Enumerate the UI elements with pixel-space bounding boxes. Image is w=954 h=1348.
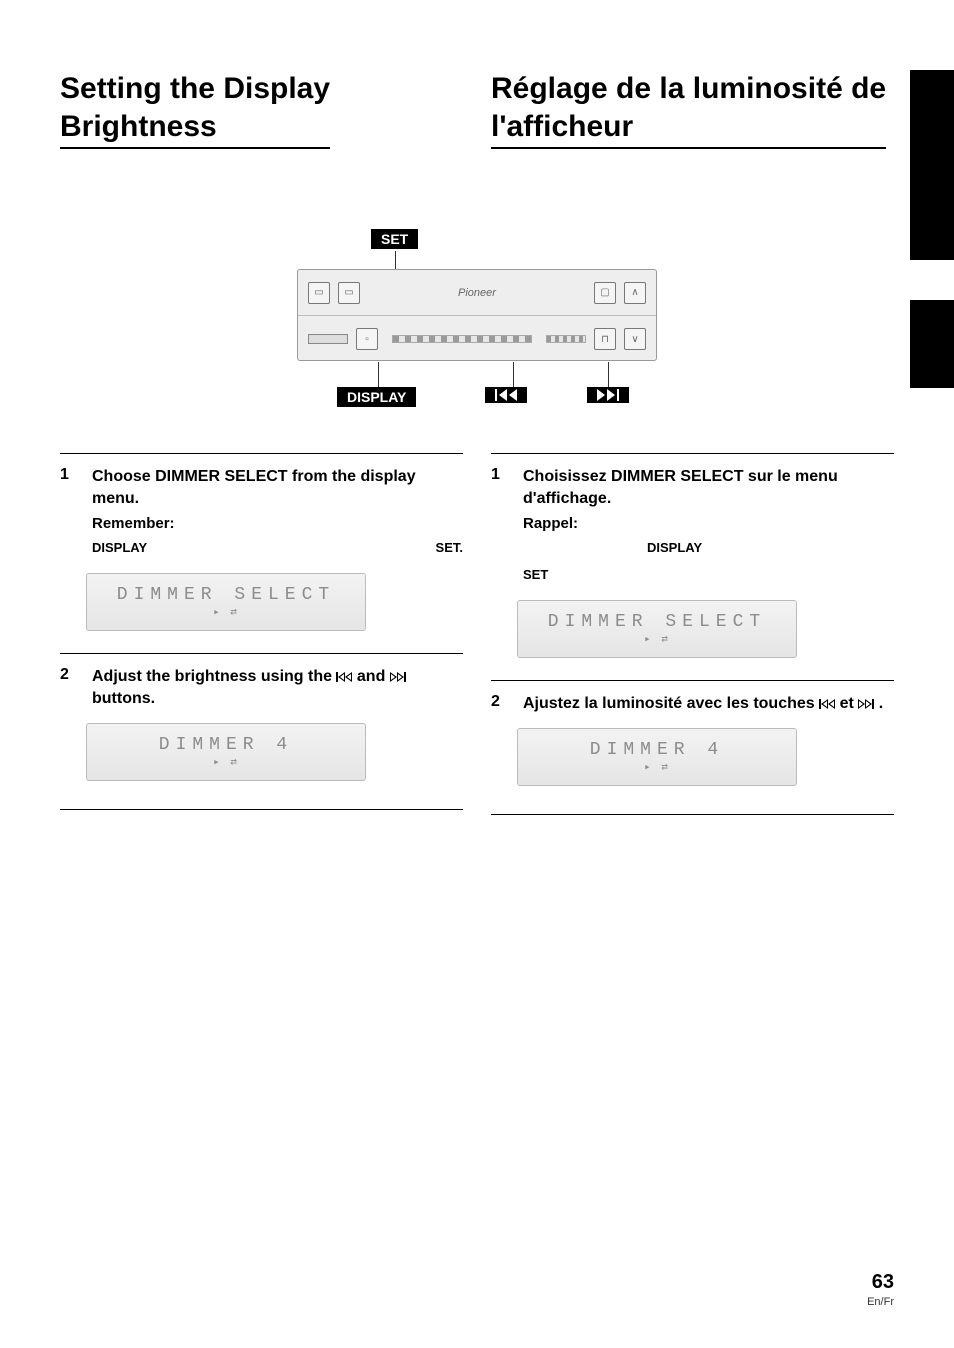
remember-label-right: Rappel: bbox=[523, 515, 894, 532]
kw-set: SET. bbox=[436, 538, 463, 559]
lcd-display: DIMMER 4 ▸ ⇄ bbox=[86, 723, 366, 781]
step2-title-right: Ajustez la luminosité avec les touches e… bbox=[523, 693, 894, 715]
device-brand: Pioneer bbox=[368, 287, 586, 299]
heading-left: Setting the Display Brightness bbox=[60, 70, 330, 149]
text-fragment: and bbox=[357, 668, 390, 685]
kw-set: SET bbox=[523, 565, 548, 586]
kw-display: DISPLAY bbox=[92, 538, 147, 559]
device-button: ▢ bbox=[594, 282, 616, 304]
device-strip bbox=[392, 335, 532, 343]
lcd-display: DIMMER SELECT ▸ ⇄ bbox=[86, 573, 366, 631]
lead-line bbox=[608, 362, 609, 388]
heading-left-line2: Brightness bbox=[60, 110, 217, 143]
remember-text-right: DISPLAY bbox=[523, 538, 894, 559]
step1-title-right: Choisissez DIMMER SELECT sur le menu d'a… bbox=[523, 466, 894, 509]
left-column: 1 Choose DIMMER SELECT from the display … bbox=[60, 453, 463, 815]
display-label: DISPLAY bbox=[337, 387, 416, 407]
lcd-text: DIMMER SELECT bbox=[548, 612, 766, 632]
step2-title-left: Adjust the brightness using the and butt… bbox=[92, 666, 463, 709]
triangle-right-icon bbox=[597, 389, 605, 401]
triangle-left-icon bbox=[499, 389, 507, 401]
lcd-sub: ▸ ⇄ bbox=[213, 755, 239, 769]
step-number: 2 bbox=[491, 693, 509, 715]
next-track-label bbox=[587, 387, 629, 403]
text-fragment: Ajustez la luminosité avec les touches bbox=[523, 695, 819, 712]
text-fragment: . bbox=[879, 695, 883, 712]
prev-track-label bbox=[485, 387, 527, 403]
set-label: SET bbox=[371, 229, 418, 249]
lcd-display: DIMMER 4 ▸ ⇄ bbox=[517, 728, 797, 786]
device-button: ⊓ bbox=[594, 328, 616, 350]
heading-right-line1: Réglage de la luminosité de bbox=[491, 72, 886, 105]
lang-indicator: En/Fr bbox=[867, 1296, 894, 1308]
step-number: 2 bbox=[60, 666, 78, 709]
next-icon bbox=[858, 699, 874, 709]
step-number: 1 bbox=[60, 466, 78, 559]
rule bbox=[60, 809, 463, 810]
remember-label-left: Remember: bbox=[92, 515, 463, 532]
device-button: ▭ bbox=[308, 282, 330, 304]
heading-right-line2: l'afficheur bbox=[491, 110, 633, 143]
device-strip-small bbox=[546, 335, 586, 343]
lcd-sub: ▸ ⇄ bbox=[213, 605, 239, 619]
triangle-left-icon bbox=[509, 389, 517, 401]
heading-left-line1: Setting the Display bbox=[60, 72, 330, 105]
side-tab-2 bbox=[910, 300, 954, 388]
device-button: ∧ bbox=[624, 282, 646, 304]
right-column: 1 Choisissez DIMMER SELECT sur le menu d… bbox=[491, 453, 894, 815]
prev-icon bbox=[336, 672, 352, 682]
bar-icon bbox=[495, 389, 497, 401]
page-number: 63 bbox=[867, 1271, 894, 1294]
lcd-sub: ▸ ⇄ bbox=[644, 760, 670, 774]
device-illustration: ▭ ▭ Pioneer ▢ ∧ ▫ ⊓ ∨ bbox=[297, 269, 657, 361]
device-button: ▭ bbox=[338, 282, 360, 304]
device-button: ▫ bbox=[356, 328, 378, 350]
lcd-display: DIMMER SELECT ▸ ⇄ bbox=[517, 600, 797, 658]
lcd-text: DIMMER 4 bbox=[159, 735, 293, 755]
triangle-right-icon bbox=[607, 389, 615, 401]
device-diagram: SET ▭ ▭ Pioneer ▢ ∧ ▫ ⊓ ∨ D bbox=[297, 269, 657, 393]
heading-right: Réglage de la luminosité de l'afficheur bbox=[491, 70, 886, 149]
step-number: 1 bbox=[491, 466, 509, 586]
device-button: ∨ bbox=[624, 328, 646, 350]
step1-title-left: Choose DIMMER SELECT from the display me… bbox=[92, 466, 463, 509]
remember-text-left: DISPLAY SET. bbox=[92, 538, 463, 559]
footer: 63 En/Fr bbox=[867, 1271, 894, 1308]
text-fragment: et bbox=[840, 695, 859, 712]
lead-line bbox=[513, 362, 514, 388]
remember-text-right-2: SET bbox=[523, 565, 894, 586]
lcd-text: DIMMER 4 bbox=[590, 740, 724, 760]
next-icon bbox=[390, 672, 406, 682]
kw-display: DISPLAY bbox=[647, 538, 702, 559]
lcd-text: DIMMER SELECT bbox=[117, 585, 335, 605]
side-tab-1 bbox=[910, 70, 954, 260]
lead-line bbox=[378, 362, 379, 388]
text-fragment: buttons. bbox=[92, 690, 155, 707]
bar-icon bbox=[617, 389, 619, 401]
lcd-sub: ▸ ⇄ bbox=[644, 632, 670, 646]
device-chip bbox=[308, 334, 348, 344]
text-fragment: Adjust the brightness using the bbox=[92, 668, 336, 685]
prev-icon bbox=[819, 699, 835, 709]
rule bbox=[491, 814, 894, 815]
